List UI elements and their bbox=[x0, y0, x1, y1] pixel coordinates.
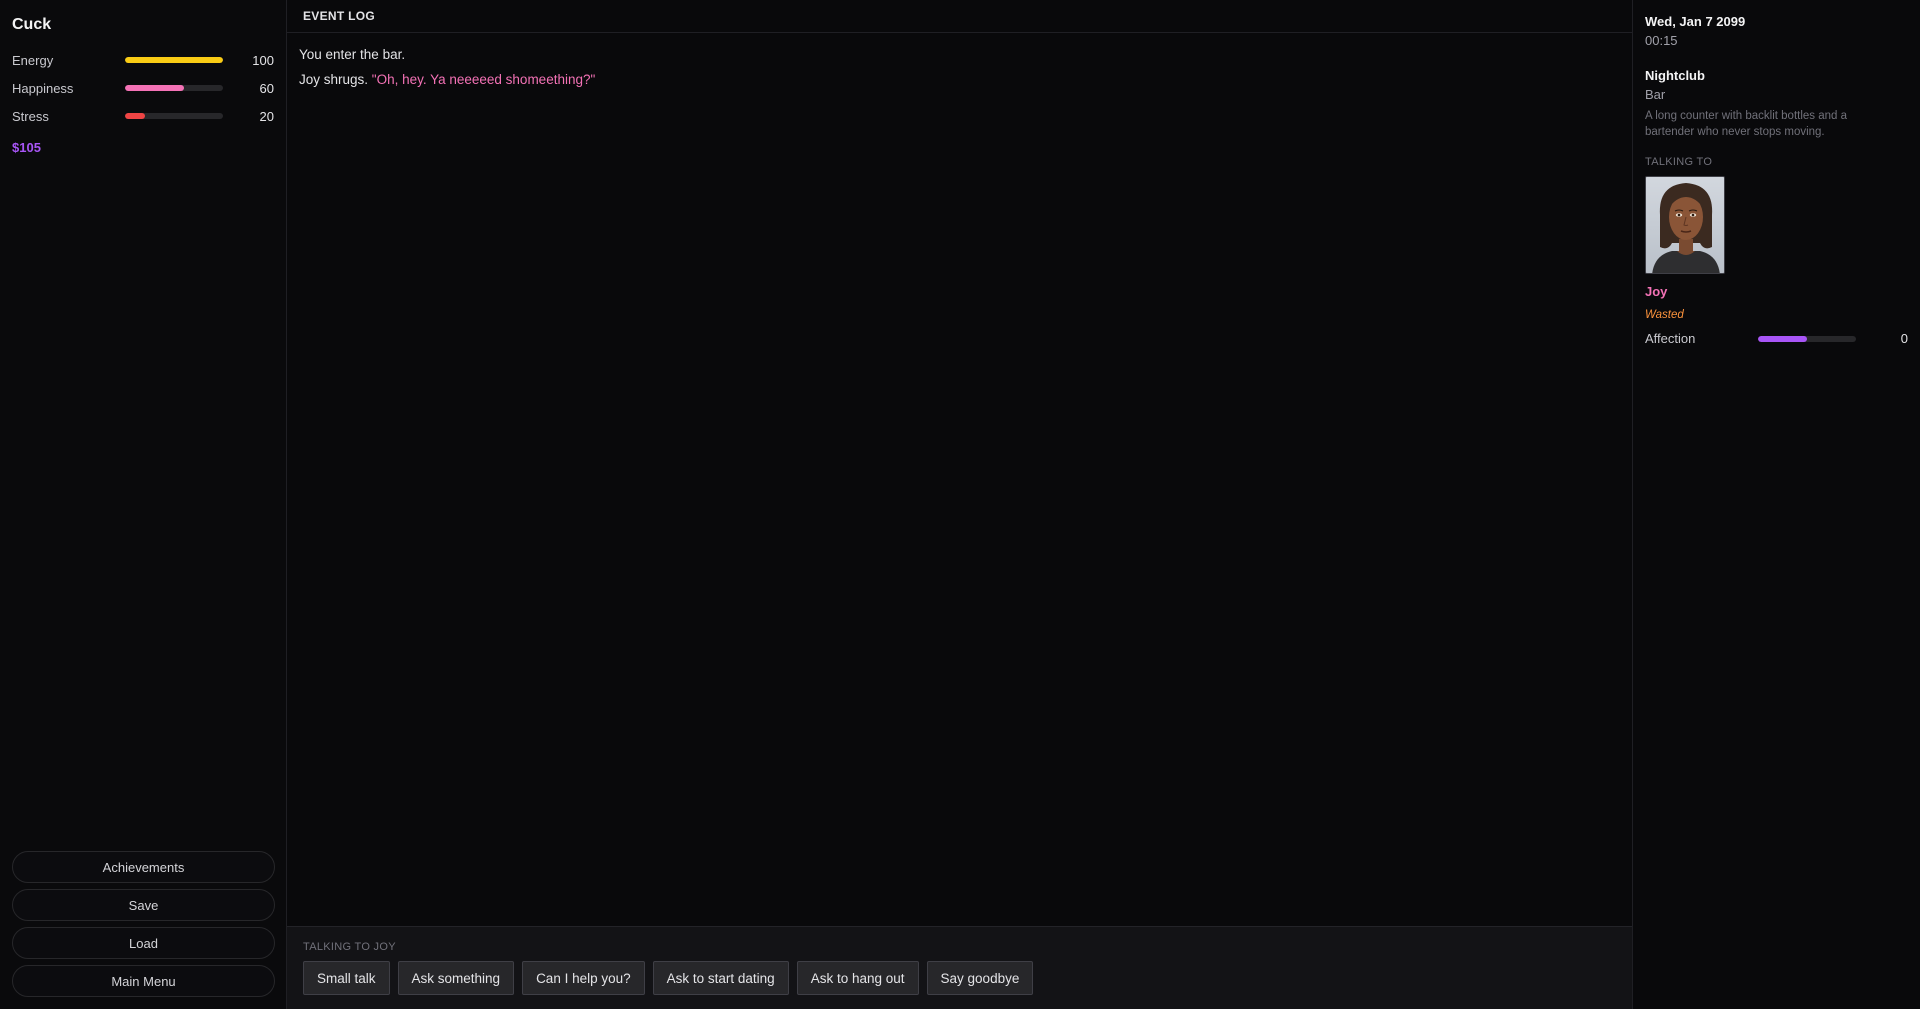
happiness-fill bbox=[125, 85, 184, 91]
ask-something-button[interactable]: Ask something bbox=[397, 961, 515, 995]
small-talk-button[interactable]: Small talk bbox=[303, 961, 390, 995]
can-i-help-button[interactable]: Can I help you? bbox=[522, 961, 645, 995]
log-entry: You enter the bar. bbox=[299, 47, 406, 62]
event-log[interactable]: You enter the bar. Joy shrugs. "Oh, hey.… bbox=[287, 33, 1632, 926]
stat-stress: Stress 20 bbox=[12, 102, 274, 130]
sublocation-name: Bar bbox=[1645, 87, 1666, 102]
stat-label: Happiness bbox=[12, 80, 74, 96]
stat-label: Stress bbox=[12, 108, 49, 124]
stat-happiness: Happiness 60 bbox=[12, 74, 274, 102]
save-button[interactable]: Save bbox=[12, 889, 275, 921]
say-goodbye-button[interactable]: Say goodbye bbox=[926, 961, 1034, 995]
money-display: $105 bbox=[12, 140, 41, 155]
portrait-image bbox=[1646, 177, 1724, 273]
affection-bar bbox=[1758, 335, 1856, 342]
ask-hang-out-button[interactable]: Ask to hang out bbox=[796, 961, 919, 995]
location-description: A long counter with backlit bottles and … bbox=[1645, 110, 1848, 138]
npc-name: Joy bbox=[1645, 284, 1668, 299]
stat-value: 60 bbox=[259, 80, 274, 96]
affection-fill bbox=[1758, 335, 1807, 342]
location-name: Nightclub bbox=[1645, 68, 1705, 83]
energy-bar bbox=[125, 57, 223, 63]
affection-row: Affection 0 bbox=[1645, 331, 1908, 346]
game-time: 00:15 bbox=[1645, 33, 1678, 48]
conversation-title: TALKING TO JOY bbox=[303, 941, 396, 953]
npc-status: Wasted bbox=[1645, 309, 1684, 321]
log-entry: Joy shrugs. "Oh, hey. Ya neeeeed shomeet… bbox=[299, 72, 1620, 87]
event-log-title: EVENT LOG bbox=[287, 0, 1632, 33]
energy-fill bbox=[125, 57, 223, 63]
stat-value: 20 bbox=[259, 108, 274, 124]
npc-portrait[interactable] bbox=[1645, 176, 1725, 274]
affection-value: 0 bbox=[1900, 331, 1908, 346]
info-sidebar: Wed, Jan 7 2099 00:15 Nightclub Bar A lo… bbox=[1632, 0, 1920, 1009]
dialogue-options: Small talk Ask something Can I help you?… bbox=[303, 961, 1616, 995]
main-menu-button[interactable]: Main Menu bbox=[12, 965, 275, 997]
ask-dating-button[interactable]: Ask to start dating bbox=[652, 961, 789, 995]
stress-fill bbox=[125, 113, 145, 119]
player-sidebar: Cuck Energy 100 Happiness 60 Stress 20 $… bbox=[0, 0, 287, 1009]
happiness-bar bbox=[125, 85, 223, 91]
affection-label: Affection bbox=[1645, 331, 1696, 346]
conversation-panel: TALKING TO JOY Small talk Ask something … bbox=[287, 926, 1632, 1009]
log-dialogue: "Oh, hey. Ya neeeeed shomeething?" bbox=[371, 72, 596, 87]
stat-energy: Energy 100 bbox=[12, 46, 274, 74]
load-button[interactable]: Load bbox=[12, 927, 275, 959]
talking-to-label: TALKING TO bbox=[1645, 156, 1713, 168]
stress-bar bbox=[125, 113, 223, 119]
log-narration: Joy shrugs. bbox=[299, 72, 372, 87]
game-screen: Cuck Energy 100 Happiness 60 Stress 20 $… bbox=[0, 0, 1920, 1009]
player-name: Cuck bbox=[12, 16, 52, 33]
stat-label: Energy bbox=[12, 52, 54, 68]
main-panel: EVENT LOG You enter the bar. Joy shrugs.… bbox=[287, 0, 1632, 1009]
achievements-button[interactable]: Achievements bbox=[12, 851, 275, 883]
stat-value: 100 bbox=[252, 52, 274, 68]
game-date: Wed, Jan 7 2099 bbox=[1645, 14, 1746, 29]
